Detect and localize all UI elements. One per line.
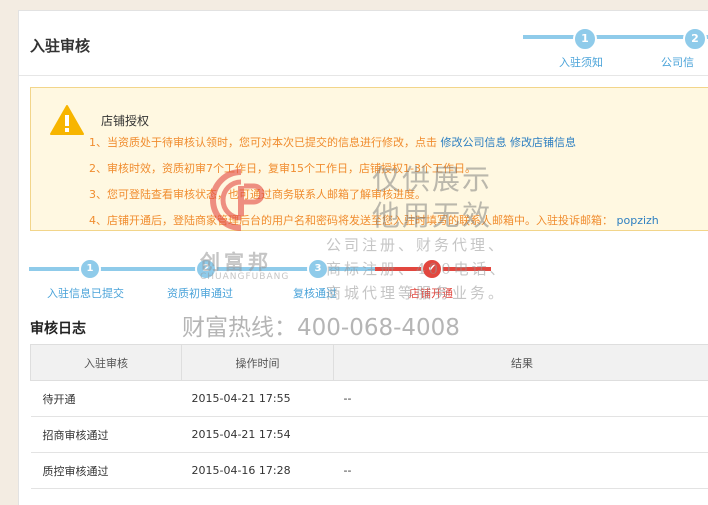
row-result: -- <box>334 453 708 489</box>
row-status: 招商审核通过 <box>31 417 182 453</box>
top-step-line <box>523 35 708 39</box>
row-status: 质控审核通过 <box>31 453 182 489</box>
table-header-row: 入驻审核 操作时间 结果 <box>31 345 708 381</box>
top-step-circle-2: 2 <box>683 27 707 51</box>
warning-icon <box>49 104 85 136</box>
top-step-label-1: 入驻须知 <box>559 54 603 70</box>
table-row: 招商审核通过 2015-04-21 17:54 <box>31 417 708 453</box>
notice-line-1-text: 1、当资质处于待审核认领时，您可对本次已提交的信息进行修改，点击 <box>89 136 437 149</box>
column-header-result: 结果 <box>334 345 708 381</box>
progress-steps: 1 2 3 ✔ 入驻信息已提交 资质初审通过 复核通过 店铺开通 <box>19 256 708 306</box>
top-step-label-2: 公司信 <box>661 54 694 70</box>
check-icon: ✔ <box>421 258 443 280</box>
column-header-status: 入驻审核 <box>31 345 182 381</box>
step-circle-1: 1 <box>79 258 101 280</box>
notice-line-2: 2、审核时效，资质初审7个工作日，复审15个工作日，店铺授权1-3个工作日。 <box>89 160 476 176</box>
row-time: 2015-04-21 17:54 <box>182 417 334 453</box>
notice-title: 店铺授权 <box>101 112 149 129</box>
edit-company-info-link[interactable]: 修改公司信息 <box>441 136 507 149</box>
step-label-2: 资质初审通过 <box>167 285 233 301</box>
content-panel: 入驻审核 1 2 入驻须知 公司信 店铺授权 1、当资质处于待审核认领时，您可对… <box>18 10 708 505</box>
notice-box: 店铺授权 1、当资质处于待审核认领时，您可对本次已提交的信息进行修改，点击 修改… <box>30 87 708 231</box>
step-label-4: 店铺开通 <box>409 285 453 301</box>
notice-line-4: 4、店铺开通后，登陆商家管理后台的用户名和密码将发送至您入驻时填写的联系人邮箱中… <box>89 212 659 228</box>
column-header-time: 操作时间 <box>182 345 334 381</box>
notice-line-4-text: 4、店铺开通后，登陆商家管理后台的用户名和密码将发送至您入驻时填写的联系人邮箱中… <box>89 214 613 227</box>
top-step-circle-1: 1 <box>573 27 597 51</box>
page-header: 入驻审核 1 2 入驻须知 公司信 <box>19 11 708 76</box>
row-status: 待开通 <box>31 381 182 417</box>
row-result <box>334 417 708 453</box>
audit-log-title: 审核日志 <box>30 318 86 338</box>
step-label-3: 复核通过 <box>293 285 337 301</box>
row-time: 2015-04-21 17:55 <box>182 381 334 417</box>
table-row: 质控审核通过 2015-04-16 17:28 -- <box>31 453 708 489</box>
notice-line-3: 3、您可登陆查看审核状态，也可通过商务联系人邮箱了解审核进度。 <box>89 186 426 202</box>
step-label-1: 入驻信息已提交 <box>47 285 124 301</box>
audit-log-table: 入驻审核 操作时间 结果 待开通 2015-04-21 17:55 -- 招商审… <box>30 344 708 489</box>
notice-line-1: 1、当资质处于待审核认领时，您可对本次已提交的信息进行修改，点击 修改公司信息 … <box>89 134 576 150</box>
top-step-indicator: 1 2 入驻须知 公司信 <box>19 11 708 75</box>
row-time: 2015-04-16 17:28 <box>182 453 334 489</box>
row-result: -- <box>334 381 708 417</box>
table-row: 待开通 2015-04-21 17:55 -- <box>31 381 708 417</box>
complaint-email-link[interactable]: popzizh <box>617 214 659 227</box>
edit-store-info-link[interactable]: 修改店铺信息 <box>510 136 576 149</box>
step-circle-2: 2 <box>195 258 217 280</box>
step-circle-3: 3 <box>307 258 329 280</box>
